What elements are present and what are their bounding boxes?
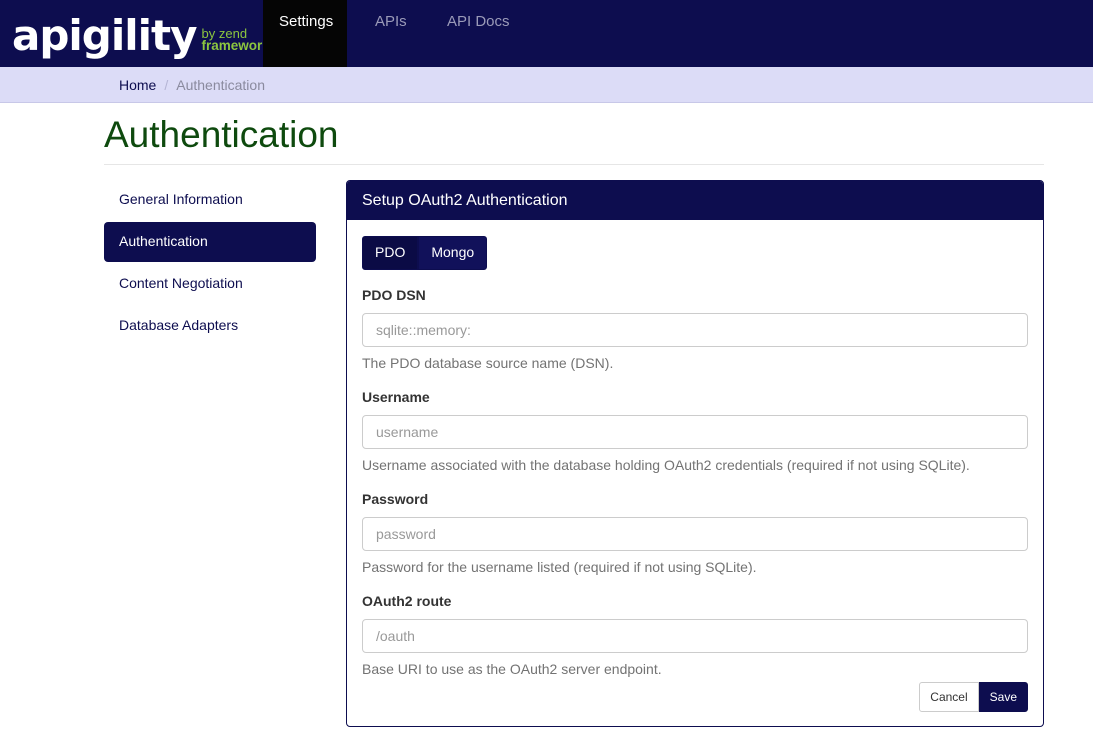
top-navbar: apigility by zend framework Settings API… — [0, 0, 1093, 67]
password-help: Password for the username listed (requir… — [362, 559, 757, 575]
breadcrumb-separator: / — [164, 77, 169, 93]
nav-apis[interactable]: APIs — [359, 0, 423, 67]
logo-wordmark: apigility — [12, 11, 198, 60]
pdo-dsn-help: The PDO database source name (DSN). — [362, 355, 614, 371]
pdo-dsn-group: PDO DSN The PDO database source name (DS… — [362, 287, 1028, 373]
password-label: Password — [362, 491, 429, 507]
username-input[interactable] — [362, 415, 1028, 449]
oauth2-route-input[interactable] — [362, 619, 1028, 653]
pdo-dsn-label: PDO DSN — [362, 287, 426, 303]
settings-sidebar: General Information Authentication Conte… — [104, 180, 316, 348]
nav-api-docs[interactable]: API Docs — [431, 0, 526, 67]
title-divider — [104, 164, 1044, 165]
username-group: Username Username associated with the da… — [362, 389, 1028, 475]
logo-tagline: by zend framework — [201, 27, 270, 53]
sidebar-item-content-negotiation[interactable]: Content Negotiation — [104, 264, 316, 304]
oauth2-route-group: OAuth2 route Base URI to use as the OAut… — [362, 593, 1028, 679]
username-label: Username — [362, 389, 430, 405]
sidebar-item-authentication[interactable]: Authentication — [104, 222, 316, 262]
pdo-tab-button[interactable]: PDO — [362, 236, 419, 270]
nav-settings[interactable]: Settings — [263, 0, 347, 67]
password-input[interactable] — [362, 517, 1028, 551]
sidebar-item-database-adapters[interactable]: Database Adapters — [104, 306, 316, 346]
cancel-button[interactable]: Cancel — [919, 682, 979, 712]
apigility-logo[interactable]: apigility by zend framework — [12, 8, 270, 58]
breadcrumb-current: Authentication — [176, 77, 265, 93]
mongo-tab-button[interactable]: Mongo — [418, 236, 488, 270]
page-title: Authentication — [104, 114, 339, 155]
save-button[interactable]: Save — [978, 682, 1028, 712]
username-help: Username associated with the database ho… — [362, 457, 970, 473]
oauth2-route-help: Base URI to use as the OAuth2 server end… — [362, 661, 662, 677]
breadcrumb-home-link[interactable]: Home — [119, 77, 156, 93]
oauth2-setup-panel: Setup OAuth2 Authentication PDO Mongo PD… — [346, 180, 1044, 727]
form-actions: Cancel Save — [919, 682, 1028, 712]
breadcrumb: Home / Authentication — [119, 77, 265, 93]
sidebar-item-general-information[interactable]: General Information — [104, 180, 316, 220]
pdo-dsn-input[interactable] — [362, 313, 1028, 347]
oauth2-route-label: OAuth2 route — [362, 593, 452, 609]
panel-body: PDO Mongo PDO DSN The PDO database sourc… — [347, 220, 1043, 679]
panel-heading: Setup OAuth2 Authentication — [347, 181, 1043, 220]
logo-framework: framework — [201, 38, 270, 53]
adapter-type-toggle: PDO Mongo — [362, 236, 1028, 270]
password-group: Password Password for the username liste… — [362, 491, 1028, 577]
breadcrumb-bar: Home / Authentication — [0, 67, 1093, 103]
